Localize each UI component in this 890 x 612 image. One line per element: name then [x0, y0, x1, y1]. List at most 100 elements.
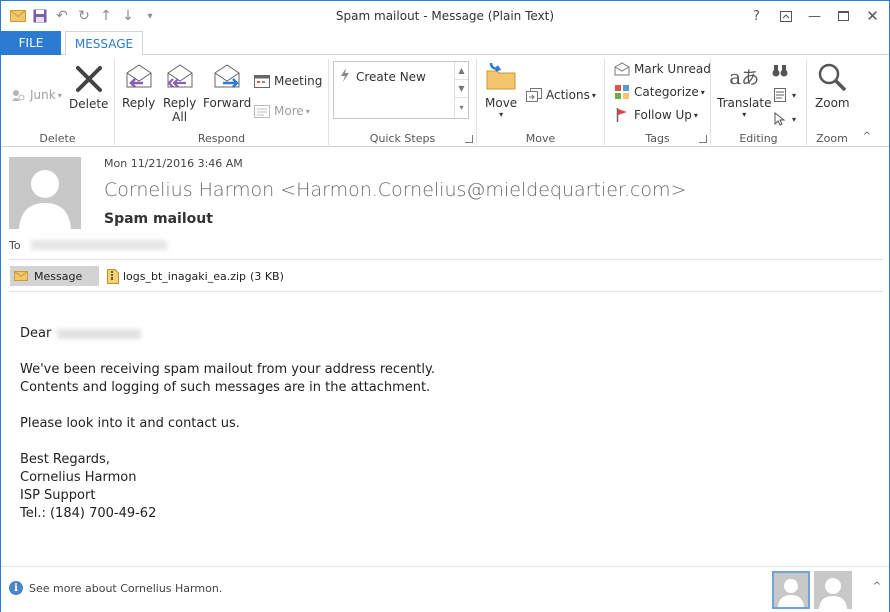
categorize-dropdown-icon: ▾: [700, 87, 705, 97]
quick-steps-scrollbar[interactable]: ▲ ▼ ▾: [454, 62, 468, 118]
categorize-icon: [613, 84, 631, 100]
body-line-2: Contents and logging of such messages ar…: [20, 380, 431, 395]
binoculars-icon: [771, 63, 789, 79]
group-label-tags: Tags: [645, 132, 670, 145]
junk-icon: [9, 87, 27, 103]
related-button[interactable]: ▾: [771, 87, 796, 103]
group-label-quick-steps: Quick Steps: [369, 132, 436, 145]
tab-file[interactable]: FILE: [1, 31, 61, 55]
forward-button[interactable]: Forward: [203, 61, 251, 110]
actions-dropdown-icon: ▾: [591, 90, 596, 100]
translate-label: Translate: [717, 96, 772, 110]
more-label: More: [274, 104, 304, 118]
find-button[interactable]: [771, 63, 792, 79]
categorize-button[interactable]: Categorize ▾: [613, 84, 705, 100]
message-body: Dear We've been receiving spam mailout f…: [20, 325, 860, 523]
zip-file-icon: [107, 268, 119, 284]
attachment-name: logs_bt_inagaki_ea.zip: [123, 269, 247, 283]
ribbon-group-editing: aあ Translate ▾ ▾ ▾ Editing: [711, 59, 807, 145]
more-icon: [253, 103, 271, 119]
minimize-icon[interactable]: —: [800, 5, 829, 27]
related-icon: [771, 87, 789, 103]
signature-line-3: ISP Support: [20, 488, 96, 503]
mark-unread-button[interactable]: Mark Unread: [613, 61, 711, 77]
people-pane: i See more about Cornelius Harmon. ^: [1, 566, 889, 612]
follow-up-button[interactable]: Follow Up ▾: [613, 107, 698, 123]
forward-label: Forward: [203, 96, 252, 110]
forward-icon: [211, 61, 243, 93]
window-controls: ? — ✕: [742, 5, 887, 27]
sender-name[interactable]: Cornelius Harmon <Harmon.Cornelius@mield…: [104, 179, 687, 201]
help-icon[interactable]: ?: [742, 5, 771, 27]
attachment-row: Message logs_bt_inagaki_ea.zip (3 KB): [10, 266, 284, 286]
junk-dropdown-icon: ▾: [57, 90, 62, 100]
follow-up-label: Follow Up: [634, 108, 692, 122]
scroll-up-icon[interactable]: ▲: [455, 62, 468, 80]
group-label-delete: Delete: [39, 132, 76, 145]
zoom-label: Zoom: [815, 96, 850, 110]
group-label-zoom: Zoom: [816, 132, 848, 145]
delete-button[interactable]: Delete: [69, 63, 108, 111]
quick-steps-gallery: Create New ▲ ▼ ▾: [333, 61, 469, 119]
reply-all-button[interactable]: Reply All: [163, 61, 196, 124]
ribbon-group-zoom: Zoom Zoom: [807, 59, 857, 145]
close-icon[interactable]: ✕: [858, 5, 887, 27]
create-new-quick-step[interactable]: Create New: [340, 68, 426, 85]
flag-icon: [613, 107, 631, 123]
see-more-label: See more about Cornelius Harmon.: [29, 581, 223, 595]
meeting-label: Meeting: [274, 74, 323, 88]
translate-icon: aあ: [729, 65, 760, 89]
signature-line-1: Best Regards,: [20, 452, 110, 467]
recipient-redacted: [31, 240, 167, 250]
people-avatar-recipient[interactable]: [814, 571, 852, 609]
recipient-name-redacted: [57, 328, 142, 339]
junk-button[interactable]: Junk ▾: [9, 87, 62, 103]
header-divider: [9, 259, 883, 260]
body-line-3: Please look into it and contact us.: [20, 416, 240, 431]
quick-steps-launcher-icon[interactable]: [465, 135, 473, 143]
actions-button[interactable]: Actions ▾: [525, 87, 596, 103]
meeting-icon: [253, 73, 271, 89]
greeting-text: Dear: [20, 326, 52, 341]
person-silhouette-icon: [819, 578, 847, 609]
tab-message[interactable]: MESSAGE: [65, 31, 143, 56]
ribbon-group-respond: Reply Reply All Forward Meeting More ▾ R…: [115, 59, 329, 145]
attachment-size: (3 KB): [250, 269, 284, 283]
people-avatar-sender[interactable]: [772, 571, 810, 609]
signature-line-4: Tel.: (184) 700-49-62: [20, 506, 157, 521]
attachment-item[interactable]: logs_bt_inagaki_ea.zip (3 KB): [107, 268, 284, 284]
expand-people-pane-icon[interactable]: ^: [873, 581, 881, 592]
categorize-label: Categorize: [634, 85, 699, 99]
ribbon: Junk ▾ Delete Delete Reply Reply All For…: [1, 55, 889, 147]
reply-icon: [123, 61, 155, 93]
maximize-icon[interactable]: [829, 5, 858, 27]
lightning-icon: [340, 68, 350, 85]
select-button[interactable]: ▾: [771, 111, 796, 127]
zoom-button[interactable]: Zoom: [815, 61, 850, 110]
collapse-ribbon-icon[interactable]: ^: [863, 131, 871, 142]
reply-button[interactable]: Reply: [122, 61, 155, 110]
outlook-message-window: ↶ ↻ ↑ ↓ ▾ Spam mailout - Message (Plain …: [0, 0, 890, 612]
message-chip-label: Message: [34, 269, 83, 283]
attachment-divider: [9, 291, 883, 292]
scroll-down-icon[interactable]: ▼: [455, 80, 468, 98]
tags-launcher-icon[interactable]: [699, 135, 707, 143]
actions-icon: [525, 87, 543, 103]
meeting-button[interactable]: Meeting: [253, 73, 322, 89]
person-silhouette-icon: [19, 170, 71, 229]
body-line-1: We've been receiving spam mailout from y…: [20, 362, 435, 377]
move-label: Move: [485, 96, 518, 110]
translate-button[interactable]: aあ Translate ▾: [717, 61, 772, 119]
message-chip[interactable]: Message: [10, 266, 99, 286]
mark-unread-label: Mark Unread: [634, 62, 711, 76]
reply-label: Reply: [122, 96, 156, 110]
cursor-icon: [771, 111, 789, 127]
expand-gallery-icon[interactable]: ▾: [455, 98, 468, 116]
ribbon-display-options-icon[interactable]: [771, 5, 800, 27]
message-subject: Spam mailout: [104, 211, 213, 227]
people-pane-info[interactable]: i See more about Cornelius Harmon.: [9, 581, 222, 595]
move-button[interactable]: Move ▾: [485, 61, 517, 119]
more-button[interactable]: More ▾: [253, 103, 310, 119]
envelope-icon: [14, 271, 28, 281]
info-icon: i: [9, 581, 23, 595]
